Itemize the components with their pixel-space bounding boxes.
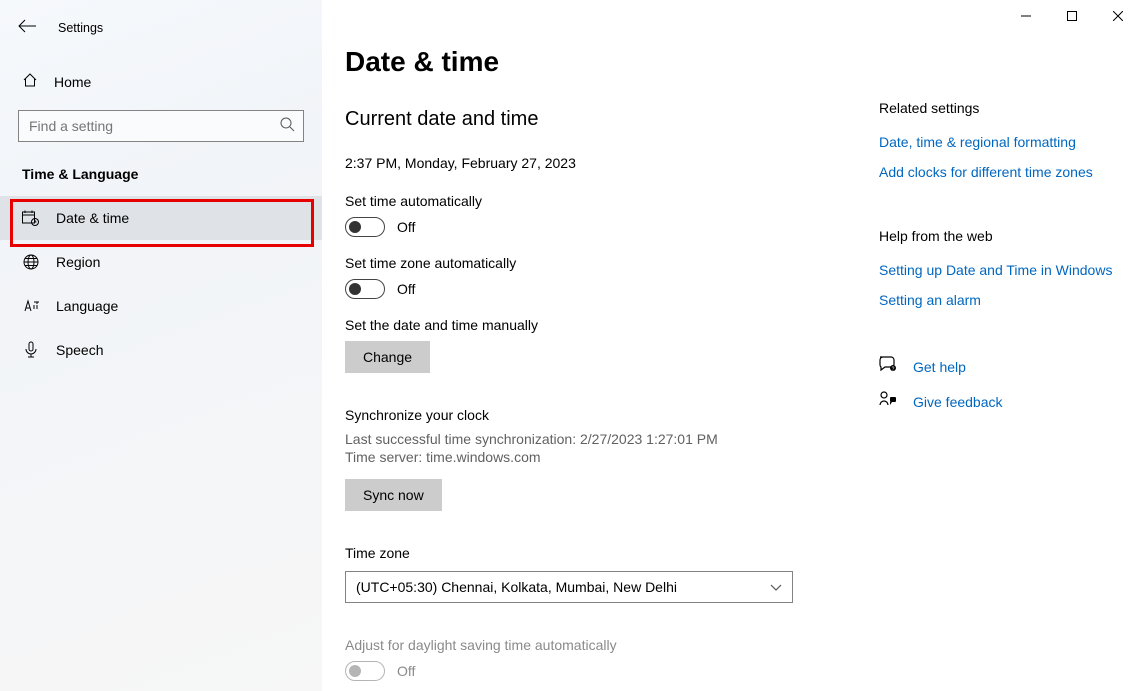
section-heading: Synchronize your clock (345, 407, 845, 423)
sync-server: Time server: time.windows.com (345, 449, 845, 465)
chevron-down-icon (770, 579, 782, 595)
link-get-help[interactable]: Get help (913, 359, 966, 375)
back-icon[interactable] (18, 19, 36, 38)
sidebar: Settings Home Time & Language Date & tim… (0, 0, 322, 691)
help-icon: ? (879, 356, 897, 377)
main-content: Date & time Current date and time 2:37 P… (345, 46, 845, 681)
current-datetime: 2:37 PM, Monday, February 27, 2023 (345, 155, 845, 171)
setting-label: Set the date and time manually (345, 317, 845, 333)
sidebar-item-label: Date & time (56, 210, 129, 226)
search-input[interactable] (29, 118, 269, 134)
calendar-clock-icon (22, 210, 40, 226)
toggle-set-tz-auto[interactable] (345, 279, 385, 299)
sidebar-item-label: Region (56, 254, 100, 270)
related-settings-heading: Related settings (879, 100, 1119, 116)
link-give-feedback[interactable]: Give feedback (913, 394, 1003, 410)
setting-label: Set time zone automatically (345, 255, 845, 271)
sidebar-item-label: Speech (56, 342, 103, 358)
language-icon (22, 299, 40, 313)
link-add-clocks[interactable]: Add clocks for different time zones (879, 164, 1119, 180)
microphone-icon (22, 341, 40, 359)
window-title: Settings (58, 21, 103, 35)
search-icon (280, 117, 295, 135)
help-heading: Help from the web (879, 228, 1119, 244)
setting-label: Adjust for daylight saving time automati… (345, 637, 845, 653)
sidebar-item-region[interactable]: Region (0, 240, 322, 284)
change-button[interactable]: Change (345, 341, 430, 373)
search-box[interactable] (18, 110, 304, 142)
toggle-state: Off (397, 219, 415, 235)
feedback-icon (879, 391, 897, 412)
close-button[interactable] (1095, 0, 1141, 32)
timezone-value: (UTC+05:30) Chennai, Kolkata, Mumbai, Ne… (356, 579, 677, 595)
window-controls (1003, 0, 1141, 32)
sync-last: Last successful time synchronization: 2/… (345, 431, 845, 447)
sidebar-home-label: Home (54, 74, 91, 90)
toggle-state: Off (397, 281, 415, 297)
sync-now-button[interactable]: Sync now (345, 479, 442, 511)
setting-label: Time zone (345, 545, 845, 561)
link-help-alarm[interactable]: Setting an alarm (879, 292, 1119, 308)
link-date-time-regional[interactable]: Date, time & regional formatting (879, 134, 1119, 150)
page-title: Date & time (345, 46, 845, 78)
sidebar-item-speech[interactable]: Speech (0, 328, 322, 372)
toggle-state: Off (397, 663, 415, 679)
toggle-dst (345, 661, 385, 681)
sidebar-item-label: Language (56, 298, 118, 314)
setting-label: Set time automatically (345, 193, 845, 209)
timezone-dropdown[interactable]: (UTC+05:30) Chennai, Kolkata, Mumbai, Ne… (345, 571, 793, 603)
svg-text:?: ? (892, 367, 895, 373)
home-icon (22, 72, 38, 93)
maximize-button[interactable] (1049, 0, 1095, 32)
section-heading: Current date and time (345, 108, 845, 131)
sidebar-home[interactable]: Home (0, 62, 322, 102)
right-column: Related settings Date, time & regional f… (879, 100, 1119, 426)
toggle-set-time-auto[interactable] (345, 217, 385, 237)
sidebar-item-date-time[interactable]: Date & time (0, 196, 322, 240)
link-help-datetime[interactable]: Setting up Date and Time in Windows (879, 262, 1119, 278)
minimize-button[interactable] (1003, 0, 1049, 32)
sidebar-item-language[interactable]: Language (0, 284, 322, 328)
sidebar-category: Time & Language (0, 142, 322, 196)
globe-icon (22, 254, 40, 270)
